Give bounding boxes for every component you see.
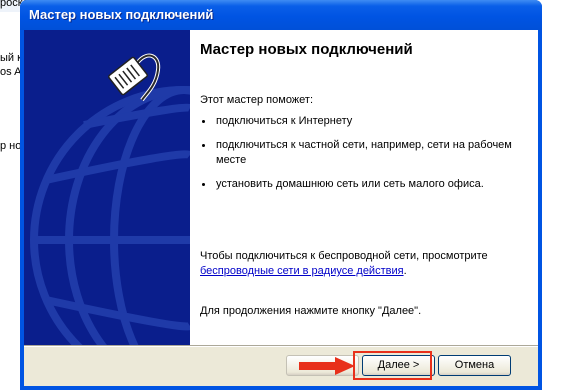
bullet-icon: [202, 120, 205, 123]
background-line-2: ый к: [0, 52, 22, 64]
bullet-icon: [202, 144, 205, 147]
globe-graphic: [30, 86, 190, 345]
continue-instruction: Для продолжения нажмите кнопку "Далее".: [200, 305, 422, 317]
wireless-suffix: .: [403, 265, 407, 277]
wireless-text: Чтобы подключиться к беспроводной сети, …: [200, 250, 488, 262]
cancel-button[interactable]: Отмена: [438, 355, 511, 376]
red-arrow-icon: [299, 357, 355, 375]
background-line-4: р но: [0, 140, 22, 152]
window-title: Мастер новых подключений: [29, 7, 214, 22]
title-bar[interactable]: Мастер новых подключений: [20, 0, 542, 30]
bullet-icon: [202, 183, 205, 186]
list-item-text: подключиться к Интернету: [216, 115, 353, 127]
wizard-side-panel: [24, 30, 190, 345]
wizard-dialog: Мастер новых подключений Мастер новых по…: [20, 0, 542, 390]
list-item: подключиться к частной сети, например, с…: [200, 138, 520, 168]
capabilities-list: подключиться к Интернету подключиться к …: [200, 114, 520, 201]
list-item-text: подключиться к частной сети, например, с…: [216, 139, 512, 166]
dialog-client-area: Мастер новых подключений Этот мастер пом…: [24, 30, 538, 386]
wizard-heading: Мастер новых подключений: [200, 41, 413, 58]
list-item: подключиться к Интернету: [200, 114, 520, 129]
network-cable-icon: [108, 53, 161, 102]
wizard-content-panel: Мастер новых подключений Этот мастер пом…: [190, 30, 538, 345]
wireless-networks-link[interactable]: беспроводные сети в радиусе действия: [200, 265, 404, 277]
next-button-highlight: [353, 351, 432, 380]
wireless-info: Чтобы подключиться к беспроводной сети, …: [200, 249, 520, 279]
button-separator: [24, 345, 538, 347]
list-item-text: установить домашнюю сеть или сеть малого…: [216, 178, 484, 190]
intro-text: Этот мастер поможет:: [200, 94, 314, 106]
list-item: установить домашнюю сеть или сеть малого…: [200, 177, 520, 192]
